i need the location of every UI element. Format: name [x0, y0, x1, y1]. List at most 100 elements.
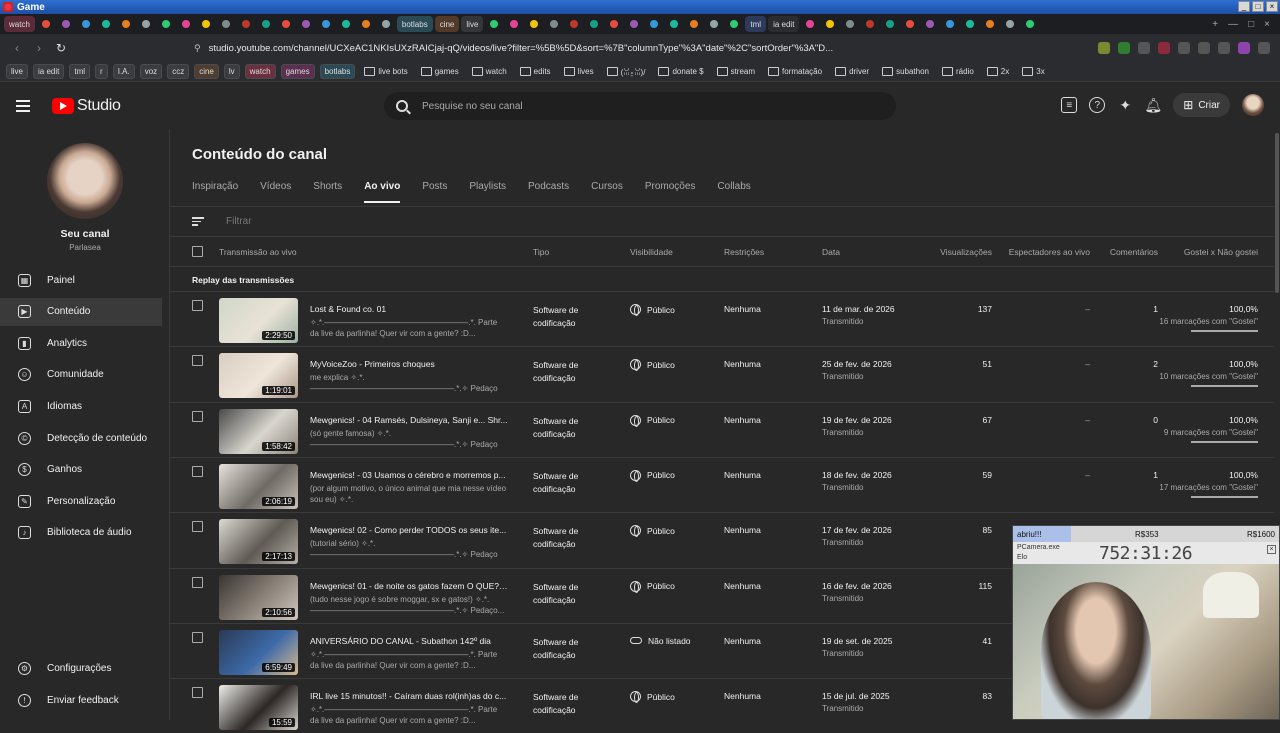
visibility-dropdown[interactable]: Público	[630, 525, 675, 538]
bookmark-item[interactable]: I.A.	[112, 64, 135, 79]
extension-icon[interactable]	[1218, 42, 1230, 54]
browser-tab[interactable]	[117, 16, 135, 32]
video-thumbnail[interactable]: 2:17:13	[219, 519, 298, 565]
account-avatar[interactable]	[1242, 94, 1264, 116]
sidebar-item[interactable]: © Detecção de conteúdo	[0, 424, 162, 452]
bookmark-item[interactable]: lv	[223, 64, 240, 79]
video-thumbnail[interactable]: 6:59:49	[219, 629, 298, 675]
close-icon[interactable]: ×	[1266, 1, 1278, 12]
column-header-date[interactable]: Data	[822, 247, 840, 257]
browser-tab[interactable]	[217, 16, 235, 32]
tab-shorts[interactable]: Shorts	[313, 181, 342, 203]
bookmark-item[interactable]: 2x	[983, 65, 1013, 78]
browser-tab[interactable]	[981, 16, 999, 32]
bookmark-item[interactable]: r	[95, 64, 108, 79]
video-title[interactable]: Mewgenics! 02 - Como perder TODOS os seu…	[310, 525, 508, 535]
browser-tab[interactable]	[525, 16, 543, 32]
bookmark-item[interactable]: donate $	[654, 65, 707, 78]
bookmark-item[interactable]: ia edit	[33, 64, 65, 79]
sidebar-item[interactable]: ▦ Painel	[0, 266, 162, 294]
browser-tab[interactable]	[841, 16, 859, 32]
select-all-checkbox[interactable]	[192, 246, 203, 257]
help-icon[interactable]: ?	[1089, 97, 1106, 113]
new-tab-icon[interactable]: +	[1212, 19, 1218, 30]
browser-tab[interactable]: botlabs	[396, 16, 433, 32]
sidebar-item[interactable]: ▮ Analytics	[0, 329, 162, 357]
column-header-likes[interactable]: Gostei x Não gostei	[1170, 247, 1258, 257]
tab-inspiração[interactable]: Inspiração	[192, 181, 238, 203]
tab-cursos[interactable]: Cursos	[591, 181, 623, 203]
tab-promoções[interactable]: Promoções	[645, 181, 696, 203]
sidebar-item[interactable]: ⚙ Configurações	[0, 654, 162, 682]
video-title[interactable]: Lost & Found co. 01	[310, 304, 508, 314]
tab-posts[interactable]: Posts	[422, 181, 447, 203]
search-input[interactable]: Pesquise no seu canal	[422, 101, 523, 112]
browser-tab[interactable]: tml	[745, 16, 767, 32]
visibility-dropdown[interactable]: Público	[630, 359, 675, 372]
bookmark-item[interactable]: formatação	[764, 65, 826, 78]
search-bar[interactable]: Pesquise no seu canal	[384, 92, 896, 120]
reload-icon[interactable]: ↻	[52, 39, 70, 57]
video-title[interactable]: ANIVERSÁRIO DO CANAL - Subathon 142º dia	[310, 636, 508, 646]
sidebar-item[interactable]: $ Ganhos	[0, 456, 162, 484]
browser-tab[interactable]	[137, 16, 155, 32]
bookmark-item[interactable]: (ꈍ⍛ꈍ)/	[603, 64, 650, 80]
forward-icon[interactable]: ›	[30, 39, 48, 57]
back-icon[interactable]: ‹	[8, 39, 26, 57]
row-checkbox[interactable]	[192, 576, 203, 588]
row-checkbox[interactable]	[192, 465, 203, 477]
sidebar-item[interactable]: A Idiomas	[0, 392, 162, 420]
row-checkbox[interactable]	[192, 355, 203, 367]
column-header-viewers[interactable]: Espectadores ao vivo	[1002, 247, 1090, 257]
visibility-dropdown[interactable]: Não listado	[630, 636, 691, 646]
video-thumbnail[interactable]: 2:29:50	[219, 298, 298, 343]
browser-tab[interactable]	[257, 16, 275, 32]
bookmark-item[interactable]: tml	[69, 64, 91, 79]
extension-icon[interactable]	[1138, 42, 1150, 54]
overlay-close-icon[interactable]: ×	[1267, 545, 1276, 554]
menu-icon[interactable]	[1258, 42, 1270, 54]
browser-tab[interactable]	[317, 16, 335, 32]
browser-tab[interactable]	[237, 16, 255, 32]
video-thumbnail[interactable]: 1:19:01	[219, 353, 298, 399]
extension-icon[interactable]	[1198, 42, 1210, 54]
table-row[interactable]: 1:19:01 MyVoiceZoo - Primeiros choques me …	[170, 346, 1274, 401]
column-header-type[interactable]: Tipo	[533, 247, 549, 257]
visibility-dropdown[interactable]: Público	[630, 580, 675, 593]
browser-tab[interactable]	[625, 16, 643, 32]
column-header-views[interactable]: Visualizações	[922, 247, 992, 257]
bookmark-item[interactable]: driver	[831, 65, 873, 78]
table-row[interactable]: 1:58:42 Mewgenics! - 04 Ramsés, Dulsineya…	[170, 401, 1274, 457]
browser-tab[interactable]	[157, 16, 175, 32]
scrollbar-thumb[interactable]	[1275, 133, 1279, 293]
video-title[interactable]: Mewgenics! - 04 Ramsés, Dulsineya, Sanji…	[310, 415, 508, 425]
browser-tab[interactable]	[97, 16, 115, 32]
bookmark-item[interactable]: edits	[516, 65, 555, 78]
bookmark-item[interactable]: rádio	[938, 65, 978, 78]
bookmark-item[interactable]: cine	[194, 64, 219, 79]
bookmark-item[interactable]: live bots	[360, 65, 411, 78]
extension-icon[interactable]	[1118, 42, 1130, 54]
extension-icon[interactable]	[1178, 42, 1190, 54]
browser-tab[interactable]	[57, 16, 75, 32]
browser-tab[interactable]	[881, 16, 899, 32]
sidebar-item[interactable]: ▶ Conteúdo	[0, 297, 162, 326]
table-row[interactable]: 2:06:19 Mewgenics! - 03 Usamos o cérebro …	[170, 456, 1274, 512]
video-thumbnail[interactable]: 15:59	[219, 685, 298, 731]
column-header-video[interactable]: Transmissão ao vivo	[219, 247, 297, 257]
browser-tab[interactable]: live	[461, 16, 484, 32]
browser-tab[interactable]	[941, 16, 959, 32]
extension-icon[interactable]	[1098, 42, 1110, 54]
row-checkbox[interactable]	[192, 687, 203, 699]
bookmark-item[interactable]: lives	[560, 65, 598, 78]
visibility-dropdown[interactable]: Público	[630, 304, 675, 316]
tab-podcasts[interactable]: Podcasts	[528, 181, 569, 203]
bookmark-item[interactable]: watch	[244, 64, 276, 79]
browser-tab[interactable]	[961, 16, 979, 32]
browser-tab[interactable]	[77, 16, 95, 32]
video-thumbnail[interactable]: 2:10:56	[219, 574, 298, 620]
browser-tab[interactable]	[665, 16, 683, 32]
maximize-icon[interactable]: □	[1248, 19, 1254, 30]
browser-tab[interactable]	[921, 16, 939, 32]
browser-tab[interactable]	[377, 16, 395, 32]
